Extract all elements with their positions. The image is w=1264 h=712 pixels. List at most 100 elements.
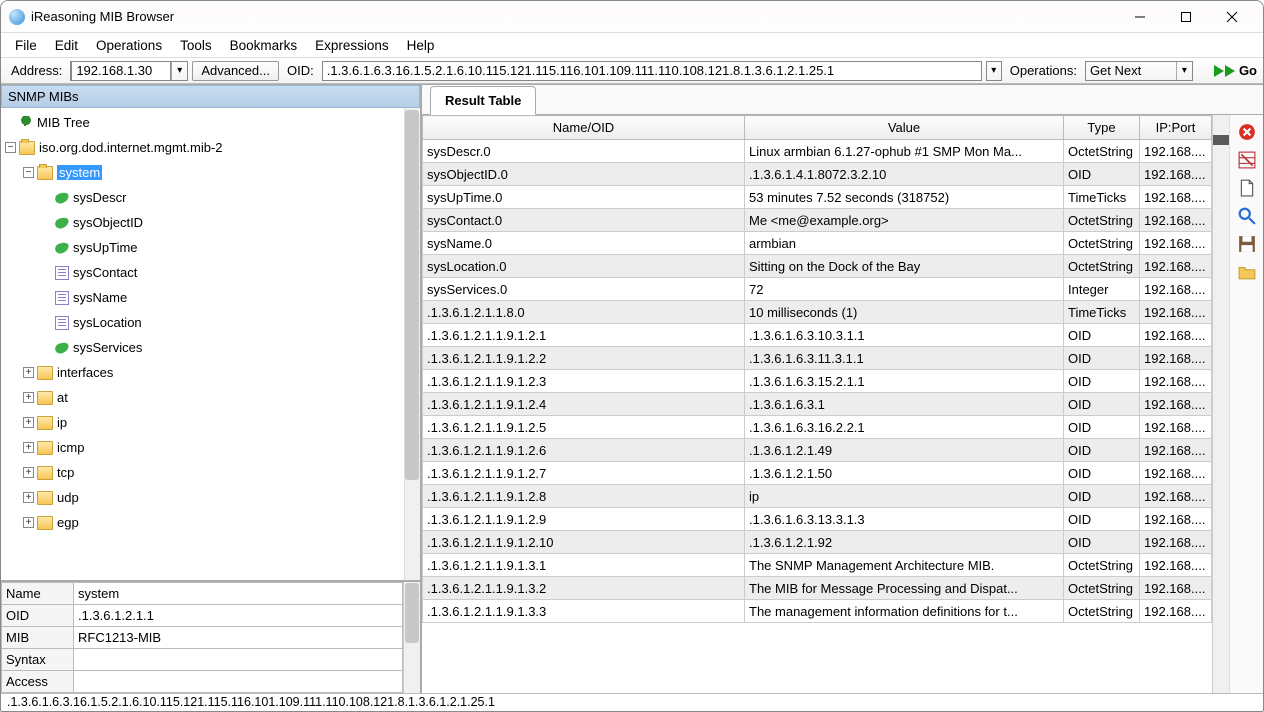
operations-combo[interactable]: Get Next ▾ <box>1085 61 1193 81</box>
detail-scrollbar[interactable] <box>403 582 420 693</box>
tab-result-table[interactable]: Result Table <box>430 86 536 115</box>
table-row[interactable]: sysServices.072Integer192.168.... <box>423 278 1212 301</box>
tree-node-tcp[interactable]: +tcp <box>1 460 420 485</box>
menu-tools[interactable]: Tools <box>172 36 220 55</box>
leaf-icon <box>54 215 71 229</box>
expand-icon[interactable]: + <box>23 517 34 528</box>
mib-tree[interactable]: MIB Tree−iso.org.dod.internet.mgmt.mib-2… <box>1 108 420 580</box>
table-row[interactable]: .1.3.6.1.2.1.1.9.1.2.3.1.3.6.1.6.3.15.2.… <box>423 370 1212 393</box>
table-row[interactable]: sysName.0armbianOctetString192.168.... <box>423 232 1212 255</box>
address-combo[interactable]: ▾ <box>70 61 188 81</box>
tree-node-icmp[interactable]: +icmp <box>1 435 420 460</box>
detail-row-syntax: Syntax <box>2 649 403 671</box>
cell-ip: 192.168.... <box>1140 255 1212 278</box>
cell-t: OID <box>1064 393 1140 416</box>
cell-t: OID <box>1064 508 1140 531</box>
cell-v: The management information definitions f… <box>745 600 1064 623</box>
tree-node-syslocation[interactable]: sysLocation <box>1 310 420 335</box>
chevron-down-icon[interactable]: ▾ <box>1176 62 1192 80</box>
table-row[interactable]: sysObjectID.0.1.3.6.1.4.1.8072.3.2.10OID… <box>423 163 1212 186</box>
table-row[interactable]: sysContact.0Me <me@example.org>OctetStri… <box>423 209 1212 232</box>
expand-icon[interactable]: + <box>23 467 34 478</box>
cell-v: 10 milliseconds (1) <box>745 301 1064 324</box>
chevron-down-icon[interactable]: ▾ <box>171 62 187 80</box>
table-row[interactable]: sysDescr.0Linux armbian 6.1.27-ophub #1 … <box>423 140 1212 163</box>
expand-icon[interactable]: + <box>23 442 34 453</box>
table-row[interactable]: .1.3.6.1.2.1.1.9.1.2.7.1.3.6.1.2.1.50OID… <box>423 462 1212 485</box>
expand-icon[interactable]: + <box>23 417 34 428</box>
table-row[interactable]: .1.3.6.1.2.1.1.9.1.2.1.1.3.6.1.6.3.10.3.… <box>423 324 1212 347</box>
tab-row: Result Table <box>422 85 1263 115</box>
expand-icon[interactable]: + <box>23 367 34 378</box>
tree-node-iso-org-dod-internet-mgmt-mib-2[interactable]: −iso.org.dod.internet.mgmt.mib-2 <box>1 135 420 160</box>
open-folder-icon[interactable] <box>1238 263 1256 281</box>
titlebar[interactable]: iReasoning MIB Browser <box>1 1 1263 33</box>
table-row[interactable]: .1.3.6.1.2.1.1.9.1.3.2The MIB for Messag… <box>423 577 1212 600</box>
table-row[interactable]: .1.3.6.1.2.1.1.9.1.2.4.1.3.6.1.6.3.1OID1… <box>423 393 1212 416</box>
table-row[interactable]: .1.3.6.1.2.1.1.9.1.2.2.1.3.6.1.6.3.11.3.… <box>423 347 1212 370</box>
menu-expressions[interactable]: Expressions <box>307 36 397 55</box>
result-scrollbar[interactable] <box>1212 115 1229 693</box>
document-icon[interactable] <box>1238 179 1256 197</box>
tree-node-ip[interactable]: +ip <box>1 410 420 435</box>
close-button[interactable] <box>1209 1 1255 32</box>
table-row[interactable]: .1.3.6.1.2.1.1.9.1.2.6.1.3.6.1.2.1.49OID… <box>423 439 1212 462</box>
scrollbar-thumb[interactable] <box>405 583 419 643</box>
table-row[interactable]: sysLocation.0Sitting on the Dock of the … <box>423 255 1212 278</box>
col-type[interactable]: Type <box>1064 116 1140 140</box>
tree-node-udp[interactable]: +udp <box>1 485 420 510</box>
oid-label: OID: <box>283 63 318 78</box>
table-row[interactable]: sysUpTime.053 minutes 7.52 seconds (3187… <box>423 186 1212 209</box>
table-row[interactable]: .1.3.6.1.2.1.1.9.1.2.5.1.3.6.1.6.3.16.2.… <box>423 416 1212 439</box>
go-button[interactable]: Go <box>1213 63 1257 78</box>
col-value[interactable]: Value <box>745 116 1064 140</box>
tree-scrollbar[interactable] <box>404 108 420 580</box>
menu-edit[interactable]: Edit <box>47 36 86 55</box>
minimize-button[interactable] <box>1117 1 1163 32</box>
advanced-button[interactable]: Advanced... <box>192 61 279 81</box>
col-ip-port[interactable]: IP:Port <box>1140 116 1212 140</box>
detail-value <box>74 671 403 693</box>
tree-node-egp[interactable]: +egp <box>1 510 420 535</box>
save-icon[interactable] <box>1238 235 1256 253</box>
scrollbar-thumb[interactable] <box>405 110 419 480</box>
result-grid[interactable]: Name/OIDValueTypeIP:Port sysDescr.0Linux… <box>422 115 1212 693</box>
table-row[interactable]: .1.3.6.1.2.1.1.9.1.2.9.1.3.6.1.6.3.13.3.… <box>423 508 1212 531</box>
tree-node-sysobjectid[interactable]: sysObjectID <box>1 210 420 235</box>
tree-node-interfaces[interactable]: +interfaces <box>1 360 420 385</box>
tree-label: sysServices <box>73 340 142 355</box>
expand-icon[interactable]: + <box>23 492 34 503</box>
tree-node-sysdescr[interactable]: sysDescr <box>1 185 420 210</box>
menu-file[interactable]: File <box>7 36 45 55</box>
collapse-icon[interactable]: − <box>5 142 16 153</box>
table-row[interactable]: .1.3.6.1.2.1.1.9.1.3.1The SNMP Managemen… <box>423 554 1212 577</box>
search-icon[interactable] <box>1238 207 1256 225</box>
table-row[interactable]: .1.3.6.1.2.1.1.8.010 milliseconds (1)Tim… <box>423 301 1212 324</box>
menu-help[interactable]: Help <box>399 36 443 55</box>
table-row[interactable]: .1.3.6.1.2.1.1.9.1.3.3The management inf… <box>423 600 1212 623</box>
maximize-button[interactable] <box>1163 1 1209 32</box>
menu-operations[interactable]: Operations <box>88 36 170 55</box>
collapse-icon[interactable]: − <box>23 167 34 178</box>
tree-node-system[interactable]: −system <box>1 160 420 185</box>
detail-key: Syntax <box>2 649 74 671</box>
tree-node-mib-tree[interactable]: MIB Tree <box>1 110 420 135</box>
table-delete-icon[interactable] <box>1238 151 1256 169</box>
table-row[interactable]: .1.3.6.1.2.1.1.9.1.2.8ipOID192.168.... <box>423 485 1212 508</box>
tree-node-sysname[interactable]: sysName <box>1 285 420 310</box>
oid-input[interactable] <box>322 61 982 81</box>
col-name-oid[interactable]: Name/OID <box>423 116 745 140</box>
table-row[interactable]: .1.3.6.1.2.1.1.9.1.2.10.1.3.6.1.2.1.92OI… <box>423 531 1212 554</box>
oid-dropdown-icon[interactable]: ▾ <box>986 61 1002 81</box>
cell-v: ip <box>745 485 1064 508</box>
tree-node-sysservices[interactable]: sysServices <box>1 335 420 360</box>
tree-node-at[interactable]: +at <box>1 385 420 410</box>
tree-node-sysuptime[interactable]: sysUpTime <box>1 235 420 260</box>
tree-node-syscontact[interactable]: sysContact <box>1 260 420 285</box>
expand-icon[interactable]: + <box>23 392 34 403</box>
delete-icon[interactable] <box>1238 123 1256 141</box>
menu-bookmarks[interactable]: Bookmarks <box>222 36 306 55</box>
address-input[interactable] <box>71 61 171 81</box>
cell-ip: 192.168.... <box>1140 163 1212 186</box>
tree-root-icon <box>19 116 33 130</box>
